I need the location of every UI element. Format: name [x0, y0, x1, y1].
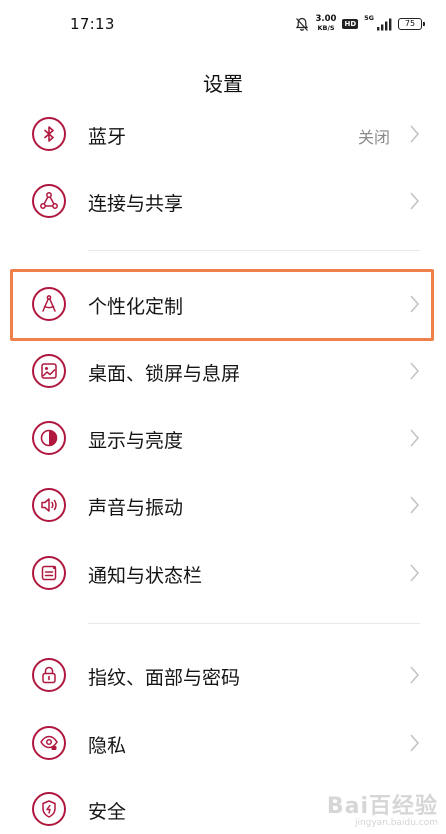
- speaker-icon: [32, 488, 66, 522]
- settings-item-display-brightness[interactable]: 显示与亮度: [0, 406, 446, 470]
- settings-item-label: 指纹、面部与密码: [88, 667, 241, 689]
- chevron-right-icon: [410, 734, 420, 752]
- net-speed-unit: KB/S: [317, 24, 335, 32]
- mute-bell-icon: [296, 17, 309, 31]
- wallpaper-icon: [32, 354, 66, 388]
- settings-item-label: 蓝牙: [88, 126, 127, 148]
- chevron-right-icon: [410, 429, 420, 447]
- privacy-eye-icon: [32, 726, 66, 760]
- settings-item-label: 安全: [88, 801, 127, 823]
- watermark-sub: jingyan.baidu.com: [354, 818, 438, 828]
- chevron-right-icon: [410, 125, 420, 143]
- bluetooth-icon: [32, 117, 66, 151]
- signal-icon: [377, 18, 392, 30]
- chevron-right-icon: [410, 564, 420, 582]
- net-speed-value: 3.00: [315, 14, 337, 24]
- brightness-icon: [32, 421, 66, 455]
- settings-item-fingerprint-face-password[interactable]: 指纹、面部与密码: [0, 643, 446, 707]
- settings-item-label: 声音与振动: [88, 497, 184, 519]
- network-type: 5G: [364, 14, 374, 22]
- settings-item-bluetooth[interactable]: 蓝牙 关闭: [0, 102, 446, 166]
- chevron-right-icon: [410, 362, 420, 380]
- settings-item-connection-sharing[interactable]: 连接与共享: [0, 169, 446, 233]
- lock-icon: [32, 658, 66, 692]
- settings-item-label: 显示与亮度: [88, 430, 184, 452]
- watermark: Bai百经验 jingyan.baidu.com: [327, 788, 438, 828]
- group-divider: [88, 623, 420, 624]
- chevron-right-icon: [410, 496, 420, 514]
- settings-item-label: 桌面、锁屏与息屏: [88, 363, 241, 385]
- settings-item-label: 隐私: [88, 735, 127, 757]
- status-time: 17:13: [70, 15, 115, 33]
- notification-icon: [32, 556, 66, 590]
- shield-icon: [32, 792, 66, 826]
- highlight-frame: [10, 269, 434, 341]
- page-title: 设置: [203, 72, 243, 96]
- settings-item-notification-statusbar[interactable]: 通知与状态栏: [0, 541, 446, 605]
- settings-item-label: 通知与状态栏: [88, 565, 203, 587]
- share-icon: [32, 184, 66, 218]
- group-divider: [88, 250, 420, 251]
- battery-icon: 75: [398, 18, 425, 30]
- net-speed: 3.00 KB/S: [315, 15, 336, 33]
- status-bar: 17:13 3.00 KB/S HD 5G 75: [0, 0, 446, 48]
- settings-item-label: 连接与共享: [88, 193, 184, 215]
- settings-item-sound-vibration[interactable]: 声音与振动: [0, 473, 446, 537]
- watermark-main: Bai百经验: [326, 794, 438, 819]
- status-icons: 3.00 KB/S HD 5G 75: [295, 13, 425, 35]
- bluetooth-status-value: 关闭: [357, 128, 390, 147]
- hd-badge: HD: [342, 19, 359, 29]
- settings-item-privacy[interactable]: 隐私: [0, 711, 446, 775]
- chevron-right-icon: [410, 192, 420, 210]
- chevron-right-icon: [410, 666, 420, 684]
- settings-item-desktop-lockscreen[interactable]: 桌面、锁屏与息屏: [0, 339, 446, 403]
